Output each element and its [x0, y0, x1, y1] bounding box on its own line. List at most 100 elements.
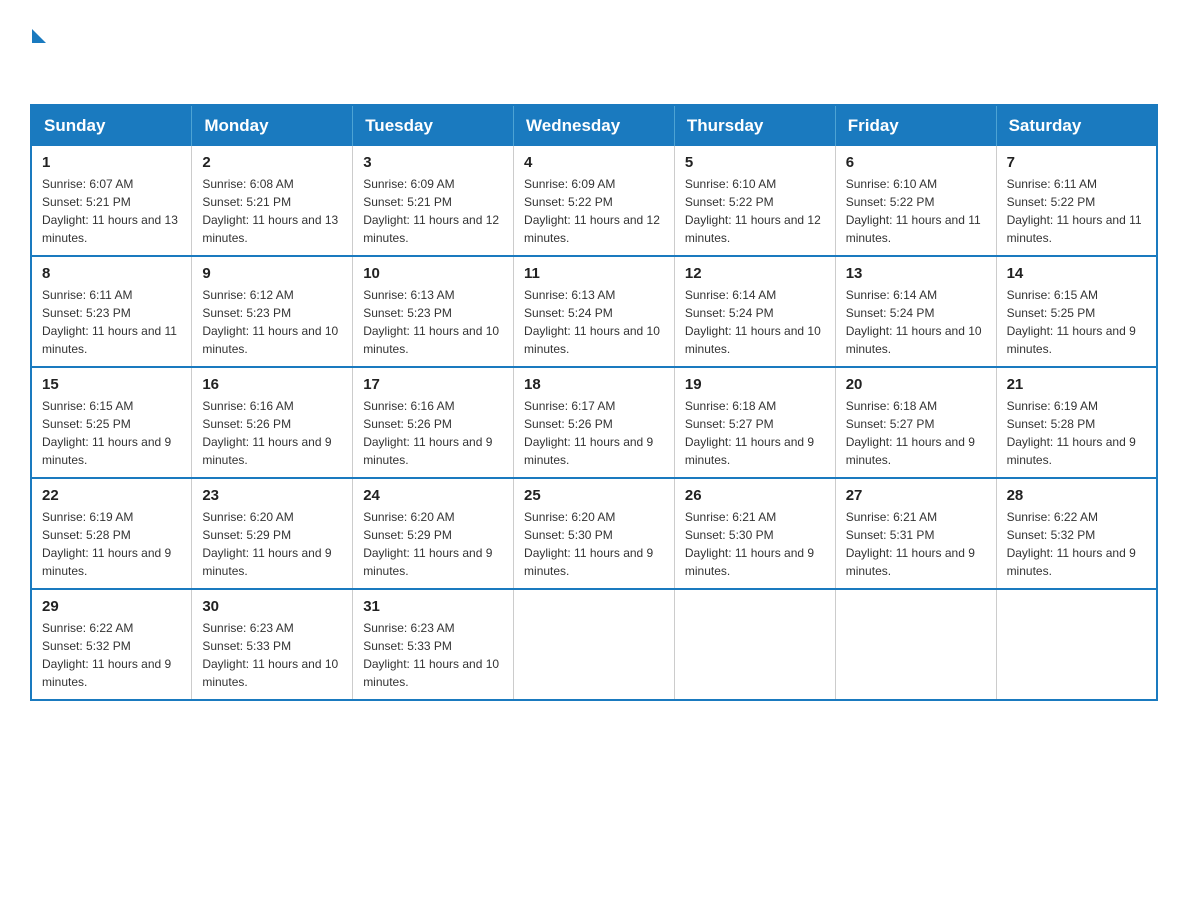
day-number: 26: [685, 487, 825, 504]
day-number: 30: [202, 598, 342, 615]
calendar-cell: 1 Sunrise: 6:07 AMSunset: 5:21 PMDayligh…: [31, 146, 192, 256]
day-number: 25: [524, 487, 664, 504]
day-info: Sunrise: 6:23 AMSunset: 5:33 PMDaylight:…: [363, 621, 499, 689]
calendar-header-saturday: Saturday: [996, 105, 1157, 146]
calendar-cell: 12 Sunrise: 6:14 AMSunset: 5:24 PMDaylig…: [674, 256, 835, 367]
calendar-week-row: 29 Sunrise: 6:22 AMSunset: 5:32 PMDaylig…: [31, 589, 1157, 700]
day-number: 9: [202, 265, 342, 282]
calendar-cell: 19 Sunrise: 6:18 AMSunset: 5:27 PMDaylig…: [674, 367, 835, 478]
day-number: 11: [524, 265, 664, 282]
logo: General: [30, 20, 134, 84]
day-info: Sunrise: 6:11 AMSunset: 5:23 PMDaylight:…: [42, 288, 177, 356]
calendar-cell: 27 Sunrise: 6:21 AMSunset: 5:31 PMDaylig…: [835, 478, 996, 589]
calendar-header-row: SundayMondayTuesdayWednesdayThursdayFrid…: [31, 105, 1157, 146]
calendar-cell: 10 Sunrise: 6:13 AMSunset: 5:23 PMDaylig…: [353, 256, 514, 367]
day-info: Sunrise: 6:17 AMSunset: 5:26 PMDaylight:…: [524, 399, 653, 467]
day-info: Sunrise: 6:22 AMSunset: 5:32 PMDaylight:…: [42, 621, 171, 689]
day-info: Sunrise: 6:09 AMSunset: 5:22 PMDaylight:…: [524, 177, 660, 245]
calendar-cell: 18 Sunrise: 6:17 AMSunset: 5:26 PMDaylig…: [514, 367, 675, 478]
day-number: 13: [846, 265, 986, 282]
calendar-cell: 7 Sunrise: 6:11 AMSunset: 5:22 PMDayligh…: [996, 146, 1157, 256]
calendar-cell: 6 Sunrise: 6:10 AMSunset: 5:22 PMDayligh…: [835, 146, 996, 256]
calendar-cell: 14 Sunrise: 6:15 AMSunset: 5:25 PMDaylig…: [996, 256, 1157, 367]
calendar-cell: 22 Sunrise: 6:19 AMSunset: 5:28 PMDaylig…: [31, 478, 192, 589]
day-number: 14: [1007, 265, 1146, 282]
calendar-cell: 2 Sunrise: 6:08 AMSunset: 5:21 PMDayligh…: [192, 146, 353, 256]
day-number: 8: [42, 265, 181, 282]
day-info: Sunrise: 6:09 AMSunset: 5:21 PMDaylight:…: [363, 177, 499, 245]
day-info: Sunrise: 6:10 AMSunset: 5:22 PMDaylight:…: [846, 177, 981, 245]
calendar-cell: 29 Sunrise: 6:22 AMSunset: 5:32 PMDaylig…: [31, 589, 192, 700]
calendar-cell: [674, 589, 835, 700]
day-number: 24: [363, 487, 503, 504]
day-number: 29: [42, 598, 181, 615]
day-info: Sunrise: 6:11 AMSunset: 5:22 PMDaylight:…: [1007, 177, 1142, 245]
calendar-header-sunday: Sunday: [31, 105, 192, 146]
calendar-header-thursday: Thursday: [674, 105, 835, 146]
calendar-cell: 31 Sunrise: 6:23 AMSunset: 5:33 PMDaylig…: [353, 589, 514, 700]
day-number: 1: [42, 154, 181, 171]
calendar-cell: 20 Sunrise: 6:18 AMSunset: 5:27 PMDaylig…: [835, 367, 996, 478]
day-info: Sunrise: 6:20 AMSunset: 5:29 PMDaylight:…: [202, 510, 331, 578]
day-number: 28: [1007, 487, 1146, 504]
calendar-header-monday: Monday: [192, 105, 353, 146]
day-info: Sunrise: 6:18 AMSunset: 5:27 PMDaylight:…: [685, 399, 814, 467]
calendar-cell: 17 Sunrise: 6:16 AMSunset: 5:26 PMDaylig…: [353, 367, 514, 478]
day-number: 22: [42, 487, 181, 504]
day-number: 6: [846, 154, 986, 171]
calendar-header-wednesday: Wednesday: [514, 105, 675, 146]
day-info: Sunrise: 6:14 AMSunset: 5:24 PMDaylight:…: [846, 288, 982, 356]
day-number: 27: [846, 487, 986, 504]
calendar-header-tuesday: Tuesday: [353, 105, 514, 146]
calendar-cell: 8 Sunrise: 6:11 AMSunset: 5:23 PMDayligh…: [31, 256, 192, 367]
calendar-cell: [835, 589, 996, 700]
day-number: 16: [202, 376, 342, 393]
day-info: Sunrise: 6:12 AMSunset: 5:23 PMDaylight:…: [202, 288, 338, 356]
calendar-cell: 30 Sunrise: 6:23 AMSunset: 5:33 PMDaylig…: [192, 589, 353, 700]
day-number: 19: [685, 376, 825, 393]
day-info: Sunrise: 6:20 AMSunset: 5:29 PMDaylight:…: [363, 510, 492, 578]
day-info: Sunrise: 6:15 AMSunset: 5:25 PMDaylight:…: [42, 399, 171, 467]
day-info: Sunrise: 6:21 AMSunset: 5:30 PMDaylight:…: [685, 510, 814, 578]
day-number: 15: [42, 376, 181, 393]
calendar-cell: 28 Sunrise: 6:22 AMSunset: 5:32 PMDaylig…: [996, 478, 1157, 589]
calendar-cell: [996, 589, 1157, 700]
day-number: 3: [363, 154, 503, 171]
day-number: 18: [524, 376, 664, 393]
day-info: Sunrise: 6:13 AMSunset: 5:24 PMDaylight:…: [524, 288, 660, 356]
day-info: Sunrise: 6:19 AMSunset: 5:28 PMDaylight:…: [1007, 399, 1136, 467]
day-number: 20: [846, 376, 986, 393]
calendar-cell: 24 Sunrise: 6:20 AMSunset: 5:29 PMDaylig…: [353, 478, 514, 589]
calendar-cell: 13 Sunrise: 6:14 AMSunset: 5:24 PMDaylig…: [835, 256, 996, 367]
day-info: Sunrise: 6:08 AMSunset: 5:21 PMDaylight:…: [202, 177, 338, 245]
calendar-header-friday: Friday: [835, 105, 996, 146]
day-number: 2: [202, 154, 342, 171]
calendar-cell: 23 Sunrise: 6:20 AMSunset: 5:29 PMDaylig…: [192, 478, 353, 589]
day-info: Sunrise: 6:21 AMSunset: 5:31 PMDaylight:…: [846, 510, 975, 578]
calendar-week-row: 22 Sunrise: 6:19 AMSunset: 5:28 PMDaylig…: [31, 478, 1157, 589]
day-info: Sunrise: 6:16 AMSunset: 5:26 PMDaylight:…: [363, 399, 492, 467]
calendar-cell: 11 Sunrise: 6:13 AMSunset: 5:24 PMDaylig…: [514, 256, 675, 367]
day-info: Sunrise: 6:15 AMSunset: 5:25 PMDaylight:…: [1007, 288, 1136, 356]
calendar-cell: 9 Sunrise: 6:12 AMSunset: 5:23 PMDayligh…: [192, 256, 353, 367]
calendar-cell: 16 Sunrise: 6:16 AMSunset: 5:26 PMDaylig…: [192, 367, 353, 478]
calendar-week-row: 8 Sunrise: 6:11 AMSunset: 5:23 PMDayligh…: [31, 256, 1157, 367]
day-number: 23: [202, 487, 342, 504]
calendar-cell: 26 Sunrise: 6:21 AMSunset: 5:30 PMDaylig…: [674, 478, 835, 589]
day-info: Sunrise: 6:10 AMSunset: 5:22 PMDaylight:…: [685, 177, 821, 245]
day-number: 5: [685, 154, 825, 171]
calendar-cell: 21 Sunrise: 6:19 AMSunset: 5:28 PMDaylig…: [996, 367, 1157, 478]
day-info: Sunrise: 6:13 AMSunset: 5:23 PMDaylight:…: [363, 288, 499, 356]
day-number: 21: [1007, 376, 1146, 393]
calendar-cell: 25 Sunrise: 6:20 AMSunset: 5:30 PMDaylig…: [514, 478, 675, 589]
day-info: Sunrise: 6:18 AMSunset: 5:27 PMDaylight:…: [846, 399, 975, 467]
calendar-week-row: 1 Sunrise: 6:07 AMSunset: 5:21 PMDayligh…: [31, 146, 1157, 256]
day-info: Sunrise: 6:16 AMSunset: 5:26 PMDaylight:…: [202, 399, 331, 467]
page-header: General: [30, 20, 1158, 84]
day-number: 4: [524, 154, 664, 171]
day-number: 17: [363, 376, 503, 393]
day-number: 10: [363, 265, 503, 282]
calendar-cell: 15 Sunrise: 6:15 AMSunset: 5:25 PMDaylig…: [31, 367, 192, 478]
calendar-cell: [514, 589, 675, 700]
logo-triangle-icon: [32, 29, 46, 43]
